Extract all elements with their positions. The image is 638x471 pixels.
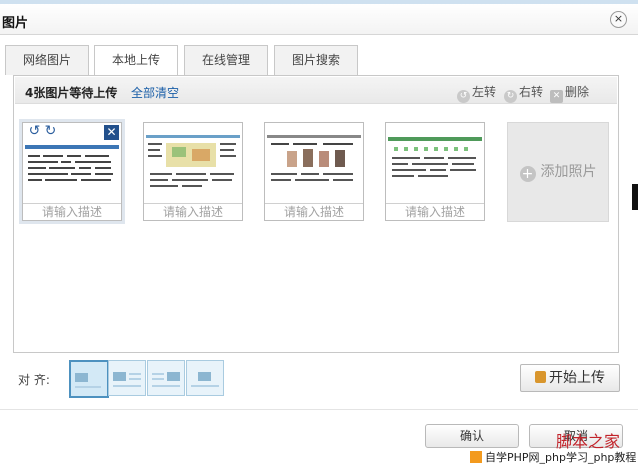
image-item-1[interactable]: ↺ ↻ ✕ 请输入描述 xyxy=(19,119,125,224)
watermark-bar: 自学PHP网_php学习_php教程 xyxy=(470,449,638,467)
upload-toolbar: 4张图片等待上传 全部清空 ↺ 左转 ↻ 右转 ✕ 删除 xyxy=(15,77,617,104)
tab-network-image[interactable]: 网络图片 xyxy=(5,45,89,75)
rotate-right-icon[interactable]: ↻ xyxy=(43,124,58,139)
text-line xyxy=(152,373,164,375)
rotate-left-icon[interactable]: ↺ xyxy=(27,124,42,139)
description-input[interactable]: 请输入描述 xyxy=(144,203,242,220)
close-icon: × xyxy=(613,12,624,25)
delete-button[interactable]: ✕ 删除 xyxy=(550,83,589,103)
clear-all-link[interactable]: 全部清空 xyxy=(131,84,179,101)
image-thumbnail-3 xyxy=(267,125,361,205)
text-line xyxy=(152,378,164,380)
image-thumbnail-4 xyxy=(388,125,482,205)
start-upload-label: 开始上传 xyxy=(549,370,605,386)
text-line xyxy=(75,386,101,388)
image-thumbnail-2 xyxy=(146,125,240,205)
image-icon xyxy=(198,372,211,381)
start-upload-button[interactable]: 开始上传 xyxy=(520,364,620,392)
rotate-right-button[interactable]: ↻ 右转 xyxy=(504,83,543,103)
description-input[interactable]: 请输入描述 xyxy=(386,203,484,220)
description-input[interactable]: 请输入描述 xyxy=(265,203,363,220)
thumbnail-graphic-4 xyxy=(388,137,482,177)
add-photo-button[interactable]: + 添加照片 xyxy=(507,122,609,222)
rotate-left-label: 左转 xyxy=(472,85,497,99)
delete-icon: ✕ xyxy=(550,90,563,103)
upload-panel: 4张图片等待上传 全部清空 ↺ 左转 ↻ 右转 ✕ 删除 ↺ ↻ ✕ 请输入描述… xyxy=(13,75,619,353)
pending-count: 4张图片等待上传 xyxy=(25,86,118,100)
footer-divider xyxy=(0,409,638,410)
dialog-titlebar: 图片 × xyxy=(0,4,638,35)
upload-icon xyxy=(535,371,546,383)
align-none-option[interactable] xyxy=(69,360,109,398)
tab-image-search[interactable]: 图片搜索 xyxy=(274,45,358,75)
text-line xyxy=(152,385,180,387)
watermark-logo-icon xyxy=(470,451,482,463)
image-item-3[interactable]: 请输入描述 xyxy=(264,122,364,221)
rotate-left-button[interactable]: ↺ 左转 xyxy=(457,83,496,103)
rotate-left-icon: ↺ xyxy=(457,90,470,103)
align-right-option[interactable] xyxy=(147,360,185,396)
image-icon xyxy=(113,372,126,381)
dialog-title: 图片 xyxy=(2,16,29,31)
delete-label: 删除 xyxy=(565,85,590,99)
thumbnail-graphic-3 xyxy=(267,135,361,181)
remove-image-icon[interactable]: ✕ xyxy=(103,124,120,141)
tab-local-upload[interactable]: 本地上传 xyxy=(94,45,178,76)
image-item-2[interactable]: 请输入描述 xyxy=(143,122,243,221)
image-item-4[interactable]: 请输入描述 xyxy=(385,122,485,221)
plus-icon: + xyxy=(519,166,536,182)
close-button[interactable]: × xyxy=(610,11,627,28)
rotate-right-label: 右转 xyxy=(519,85,544,99)
text-line xyxy=(129,373,141,375)
image-icon xyxy=(75,373,88,382)
thumbnail-graphic-2 xyxy=(146,135,240,187)
text-line xyxy=(191,385,219,387)
window-edge-mark xyxy=(632,184,638,210)
rotate-right-icon: ↻ xyxy=(504,90,517,103)
tab-online-manage[interactable]: 在线管理 xyxy=(184,45,268,75)
align-left-option[interactable] xyxy=(108,360,146,396)
watermark-text: 自学PHP网_php学习_php教程 xyxy=(485,451,637,464)
align-center-option[interactable] xyxy=(186,360,224,396)
image-icon xyxy=(167,372,180,381)
text-line xyxy=(129,378,141,380)
text-line xyxy=(113,385,141,387)
image-tools: ↺ ↻ ✕ xyxy=(23,123,121,141)
add-photo-label: 添加照片 xyxy=(540,164,597,180)
description-input[interactable]: 请输入描述 xyxy=(23,203,121,220)
align-label: 对 齐: xyxy=(18,373,50,387)
ok-button[interactable]: 确认 xyxy=(425,424,519,448)
